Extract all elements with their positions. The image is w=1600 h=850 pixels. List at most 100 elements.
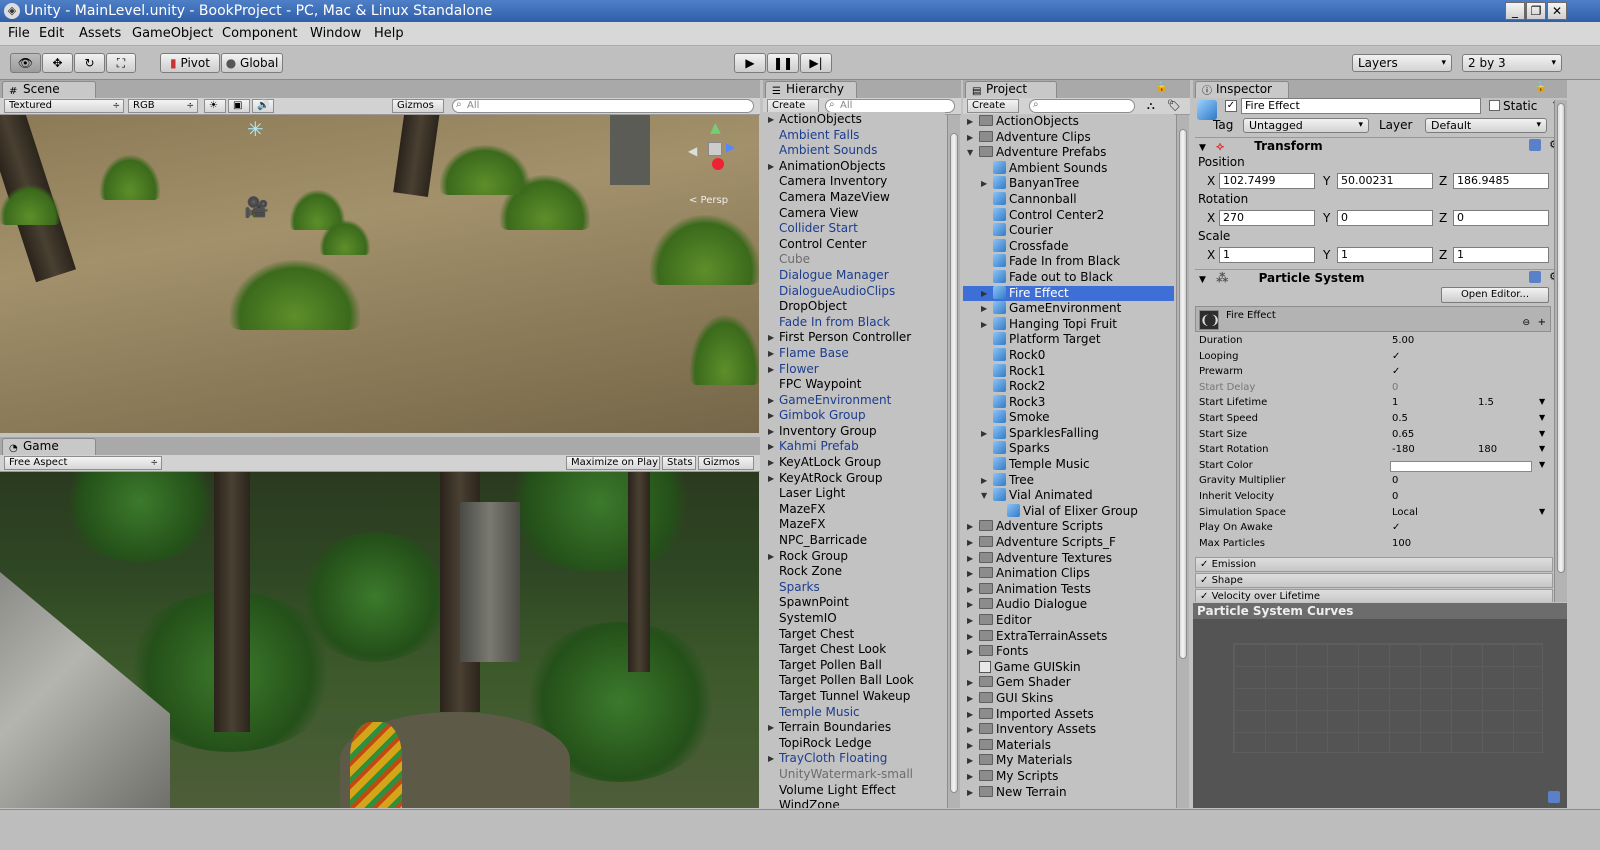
particle-prop-value-max[interactable]: 180 (1478, 444, 1497, 455)
layer-dropdown[interactable]: Default (1425, 118, 1547, 133)
scale-y-field[interactable]: 1 (1337, 247, 1433, 263)
foldout-closed-icon[interactable]: ▶ (768, 112, 774, 128)
project-item[interactable]: ▼ Vial Animated (963, 488, 1174, 504)
foldout-closed-icon[interactable]: ▶ (967, 785, 973, 801)
hierarchy-item[interactable]: Target Pollen Ball (763, 658, 945, 674)
project-item[interactable]: Control Center2 (963, 207, 1174, 224)
hierarchy-item[interactable]: DialogueAudioClips (763, 284, 945, 300)
filter-label-icon[interactable]: 🏷 (1167, 99, 1181, 112)
rotation-y-field[interactable]: 0 (1337, 210, 1433, 226)
project-item[interactable]: ▶ Audio Dialogue (963, 597, 1174, 613)
orientation-gizmo[interactable]: ▲ ◀ ▶ < Persp (684, 120, 754, 206)
camera-icon[interactable]: 🎥 (244, 195, 269, 219)
hierarchy-item[interactable]: ▶ First Person Controller (763, 330, 945, 346)
hierarchy-item[interactable]: ▶ GameEnvironment (763, 393, 945, 409)
project-item[interactable]: Platform Target (963, 332, 1174, 348)
project-item[interactable]: Game GUISkin (963, 660, 1174, 676)
tab-inspector[interactable]: ⓘ Inspector (1195, 81, 1289, 98)
hierarchy-list[interactable]: ▶ ActionObjects Ambient Falls Ambient Sound… (763, 112, 945, 808)
project-item[interactable]: ▶ My Scripts (963, 769, 1174, 785)
foldout-open-icon[interactable]: ▼ (967, 145, 973, 161)
foldout-open-icon[interactable]: ▼ (981, 488, 987, 504)
project-item[interactable]: Rock0 (963, 347, 1174, 364)
hierarchy-item[interactable]: ▶ TrayCloth Floating (763, 751, 945, 767)
lock-icon[interactable]: 🔒 (1156, 82, 1168, 93)
scale-z-field[interactable]: 1 (1453, 247, 1549, 263)
foldout-closed-icon[interactable]: ▶ (967, 535, 973, 551)
transform-header[interactable]: ▼ ⟡ Transform ⚙ (1195, 137, 1565, 153)
help-book-icon[interactable] (1529, 271, 1541, 283)
hierarchy-item[interactable]: ▶ Terrain Boundaries (763, 720, 945, 736)
menu-edit[interactable]: Edit (39, 26, 64, 41)
draw-mode-dropdown[interactable]: Textured (4, 99, 124, 113)
game-gizmos-dropdown[interactable]: Gizmos (698, 456, 754, 470)
tab-game[interactable]: ◔ Game (2, 438, 96, 455)
particle-prop-value[interactable]: 0.5 (1392, 413, 1408, 424)
particle-prop-value[interactable]: Local (1392, 507, 1418, 518)
project-item[interactable]: ▶ GUI Skins (963, 691, 1174, 707)
hierarchy-item[interactable]: ▶ Inventory Group (763, 424, 945, 440)
scale-x-field[interactable]: 1 (1219, 247, 1315, 263)
hierarchy-item[interactable]: Volume Light Effect (763, 783, 945, 799)
hierarchy-item[interactable]: MazeFX (763, 517, 945, 533)
hierarchy-item[interactable]: ▶ KeyAtRock Group (763, 471, 945, 487)
foldout-closed-icon[interactable]: ▶ (967, 551, 973, 567)
add-module-icon[interactable]: + (1538, 317, 1546, 328)
pivot-toggle-button[interactable]: ▮ Pivot (160, 53, 220, 73)
lighting-toggle[interactable]: ☀ (204, 99, 226, 113)
gizmo-center-cube[interactable] (708, 142, 722, 156)
hierarchy-item[interactable]: Rock Zone (763, 564, 945, 580)
menu-gameobject[interactable]: GameObject (132, 26, 213, 41)
hierarchy-item[interactable]: Target Chest Look (763, 642, 945, 658)
open-editor-button[interactable]: Open Editor... (1441, 287, 1549, 303)
active-checkbox[interactable]: ✓ (1225, 100, 1237, 112)
position-z-field[interactable]: 186.9485 (1453, 173, 1549, 189)
project-item[interactable]: ▼ Adventure Prefabs (963, 145, 1174, 161)
foldout-closed-icon[interactable]: ▶ (981, 301, 987, 317)
scene-search-input[interactable]: All (452, 99, 754, 113)
hierarchy-item[interactable]: ▶ Flower (763, 362, 945, 378)
foldout-closed-icon[interactable]: ▶ (967, 753, 973, 769)
foldout-closed-icon[interactable]: ▶ (768, 549, 774, 565)
project-item[interactable]: ▶ BanyanTree (963, 176, 1174, 192)
particle-prop-value[interactable]: 5.00 (1392, 335, 1414, 346)
foldout-closed-icon[interactable]: ▶ (768, 362, 774, 378)
particle-module-row[interactable]: ✓ Emission (1195, 557, 1553, 572)
project-item[interactable]: Ambient Sounds (963, 160, 1174, 177)
curve-mode-dropdown-icon[interactable]: ▼ (1539, 429, 1545, 438)
hierarchy-create-dropdown[interactable]: Create (767, 99, 819, 113)
particle-prop-value[interactable]: 0.65 (1392, 429, 1414, 440)
hierarchy-item[interactable]: MazeFX (763, 502, 945, 518)
close-button[interactable]: ✕ (1547, 2, 1567, 20)
curve-presets-icon[interactable] (1548, 791, 1560, 803)
hierarchy-item[interactable]: TopiRock Ledge (763, 736, 945, 752)
project-item[interactable]: ▶ Adventure Clips (963, 130, 1174, 146)
project-item[interactable]: ▶ New Terrain (963, 785, 1174, 801)
hierarchy-item[interactable]: Laser Light (763, 486, 945, 502)
project-item[interactable]: ▶ Gem Shader (963, 675, 1174, 691)
foldout-closed-icon[interactable]: ▶ (768, 393, 774, 409)
project-item[interactable]: ▶ Imported Assets (963, 707, 1174, 723)
foldout-closed-icon[interactable]: ▶ (967, 114, 973, 130)
foldout-closed-icon[interactable]: ▶ (768, 471, 774, 487)
curve-mode-dropdown-icon[interactable]: ▼ (1539, 460, 1545, 469)
hierarchy-item[interactable]: Cube (763, 252, 945, 268)
hierarchy-item[interactable]: ▶ Flame Base (763, 346, 945, 362)
curve-mode-dropdown-icon[interactable]: ▼ (1539, 397, 1545, 406)
foldout-closed-icon[interactable]: ▶ (768, 346, 774, 362)
particle-prop-value[interactable]: 1 (1392, 397, 1398, 408)
scene-gizmos-dropdown[interactable]: Gizmos (392, 99, 444, 113)
persp-label[interactable]: < Persp (689, 195, 728, 206)
project-item[interactable]: ▶ Tree (963, 472, 1174, 489)
hierarchy-item[interactable]: Fade In from Black (763, 315, 945, 331)
position-x-field[interactable]: 102.7499 (1219, 173, 1315, 189)
scale-tool-button[interactable]: ⛶ (106, 53, 136, 73)
foldout-closed-icon[interactable]: ▶ (768, 751, 774, 767)
help-book-icon[interactable] (1529, 139, 1541, 151)
gizmo-left-cone[interactable]: ◀ (688, 144, 697, 158)
tab-hierarchy[interactable]: ☰ Hierarchy (765, 81, 857, 98)
audio-toggle[interactable]: 🔊 (252, 99, 274, 113)
curve-mode-dropdown-icon[interactable]: ▼ (1539, 444, 1545, 453)
rotate-tool-button[interactable]: ↻ (74, 53, 105, 73)
hierarchy-item[interactable]: ▶ AnimationObjects (763, 159, 945, 175)
